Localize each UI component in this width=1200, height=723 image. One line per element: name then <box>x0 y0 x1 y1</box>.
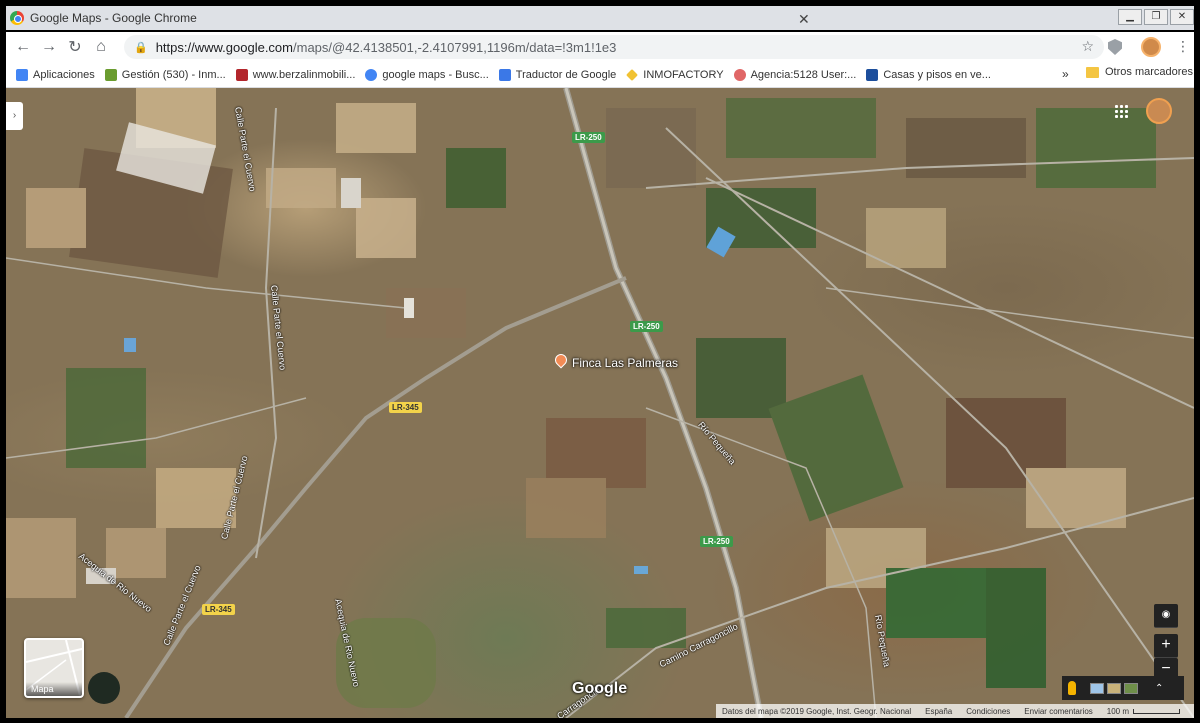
map-data-attribution: Datos del mapa ©2019 Google, Inst. Geogr… <box>722 706 912 716</box>
pegman-icon[interactable] <box>1068 681 1076 695</box>
lock-icon[interactable]: 🔒 <box>134 41 148 54</box>
bookmark-berzal[interactable]: www.berzalinmobili... <box>235 68 356 81</box>
place-label[interactable]: Finca Las Palmeras <box>572 356 678 370</box>
url-path: /maps/@42.4138501,-2.4107991,1196m/data=… <box>293 39 617 55</box>
url-host: https://www.google.com <box>155 39 293 55</box>
address-bar[interactable]: 🔒 https://www.google.com/maps/@42.413850… <box>124 35 1104 59</box>
road-label-lr345: LR-345 <box>389 402 422 413</box>
browser-window: Google Maps - Google Chrome ✕ ▁ ❐ ✕ ← → … <box>0 0 1200 723</box>
zoom-in-button[interactable]: + <box>1154 634 1178 658</box>
bookmark-label: google maps - Busc... <box>382 68 489 81</box>
other-bookmarks-label: Otros marcadores <box>1105 66 1194 78</box>
house-icon <box>235 68 248 81</box>
scale-label[interactable]: 100 m <box>1107 707 1129 716</box>
bookmark-translate[interactable]: Traductor de Google <box>498 68 617 81</box>
other-bookmarks[interactable]: Otros marcadores <box>1086 66 1193 78</box>
bookmark-label: Casas y pisos en ve... <box>883 68 991 81</box>
back-button[interactable]: ← <box>10 38 36 56</box>
bookmark-google-maps[interactable]: google maps - Busc... <box>365 68 489 81</box>
bookmark-label: www.berzalinmobili... <box>252 68 356 81</box>
bookmarks-bar: Aplicaciones Gestión (530) - Inm... www.… <box>6 62 1194 88</box>
title-bar: Google Maps - Google Chrome ✕ ▁ ❐ ✕ <box>6 6 1194 30</box>
bookmark-label: Gestión (530) - Inm... <box>121 68 226 81</box>
bookmark-inmofactory[interactable]: INMOFACTORY <box>626 68 724 81</box>
road-label-lr250: LR-250 <box>572 132 605 143</box>
apps-grid-icon <box>16 68 28 81</box>
p-icon <box>866 68 879 81</box>
bookmark-agencia[interactable]: Agencia:5128 User:... <box>733 68 857 81</box>
map-footer: Datos del mapa ©2019 Google, Inst. Geogr… <box>716 704 1194 718</box>
bookmark-star-icon[interactable]: ☆ <box>1081 38 1094 55</box>
my-location-button[interactable]: ◉ <box>1154 604 1178 628</box>
country-link[interactable]: España <box>925 707 952 716</box>
url-text[interactable]: https://www.google.com/maps/@42.4138501,… <box>156 40 617 55</box>
road-label-lr250: LR-250 <box>630 321 663 332</box>
extension-shield-icon[interactable] <box>1108 39 1122 55</box>
home-button[interactable]: ⌂ <box>88 38 114 56</box>
reload-button[interactable]: ↻ <box>62 37 88 57</box>
side-panel-toggle[interactable]: › <box>6 102 23 130</box>
satellite-map[interactable]: › LR-250 LR-250 LR-250 LR-345 LR-345 Cal… <box>6 88 1194 718</box>
maximize-button[interactable]: ❐ <box>1144 9 1168 25</box>
map-controls: ◉ + − <box>1154 604 1180 682</box>
imagery-tray: ⌃ <box>1062 676 1184 700</box>
folder-icon <box>1086 66 1099 78</box>
new-tab-icon[interactable]: ✕ <box>798 11 810 28</box>
minimize-button[interactable]: ▁ <box>1118 9 1142 25</box>
window-title: Google Maps - Google Chrome <box>30 11 197 25</box>
account-avatar[interactable] <box>1146 98 1172 124</box>
google-logo: Google <box>572 680 628 697</box>
bookmark-label: INMOFACTORY <box>643 68 724 81</box>
feedback-link[interactable]: Enviar comentarios <box>1024 707 1092 716</box>
toolbar: ← → ↻ ⌂ 🔒 https://www.google.com/maps/@4… <box>6 32 1194 62</box>
bookmark-apps[interactable]: Aplicaciones <box>16 68 95 81</box>
id-icon <box>104 68 117 81</box>
bookmark-label: Traductor de Google <box>515 68 617 81</box>
terms-link[interactable]: Condiciones <box>966 707 1010 716</box>
forward-button[interactable]: → <box>36 38 62 56</box>
road-label-lr250: LR-250 <box>700 536 733 547</box>
translate-icon <box>498 68 511 81</box>
imagery-thumb-icon[interactable] <box>1090 682 1104 694</box>
layer-switcher[interactable]: Mapa <box>24 638 84 698</box>
diamond-icon <box>626 68 639 81</box>
google-g-icon <box>365 68 378 81</box>
imagery-thumb-icon[interactable] <box>1107 682 1121 694</box>
expand-tray-icon[interactable]: ⌃ <box>1155 683 1163 694</box>
bookmark-gestion[interactable]: Gestión (530) - Inm... <box>104 68 226 81</box>
bookmarks-overflow-button[interactable]: » <box>1062 67 1069 81</box>
bookmark-label: Agencia:5128 User:... <box>750 68 857 81</box>
chrome-menu-icon[interactable]: ⋮ <box>1176 38 1190 55</box>
google-apps-icon[interactable] <box>1114 104 1128 118</box>
bookmark-casas[interactable]: Casas y pisos en ve... <box>866 68 991 81</box>
flower-icon <box>733 68 746 81</box>
imagery-thumb-icon[interactable] <box>1124 682 1138 694</box>
close-window-button[interactable]: ✕ <box>1170 9 1194 25</box>
bookmark-label: Aplicaciones <box>33 68 95 81</box>
map-imagery <box>6 88 1194 718</box>
profile-avatar[interactable] <box>1141 37 1161 57</box>
scale-bar <box>1133 708 1180 714</box>
layer-switcher-label: Mapa <box>26 682 82 696</box>
road-label-lr345: LR-345 <box>202 604 235 615</box>
chrome-logo-icon <box>10 11 24 25</box>
